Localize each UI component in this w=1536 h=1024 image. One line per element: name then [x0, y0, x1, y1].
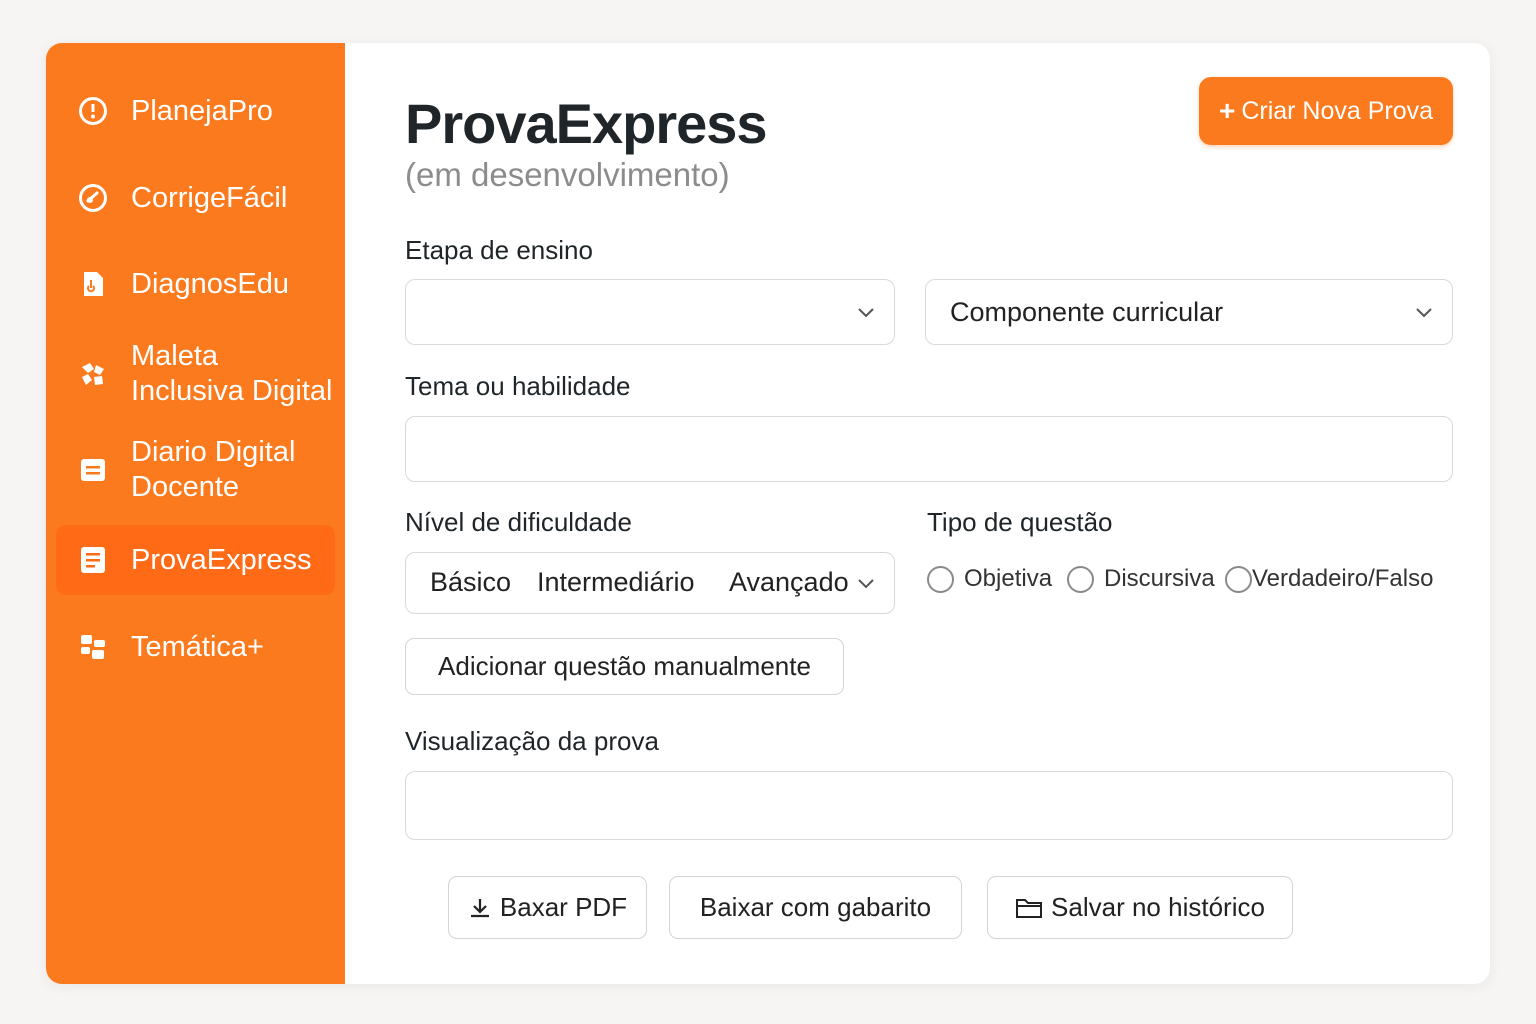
difficulty-select[interactable]: Básico Intermediário Avançado — [405, 552, 895, 614]
sidebar-item-planejapro[interactable]: PlanejaPro — [56, 91, 335, 131]
difficulty-label: Nível de dificuldade — [405, 507, 632, 537]
sidebar-item-label: CorrigeFácil — [131, 181, 288, 214]
radio-circle[interactable] — [927, 565, 954, 593]
download-with-answer-key-label: Baixar com gabarito — [699, 892, 932, 922]
notebook-icon — [78, 455, 108, 485]
topic-label: Tema ou habilidade — [405, 371, 631, 401]
gauge-icon — [78, 183, 108, 213]
question-type-label: Tipo de questão — [927, 507, 1113, 537]
save-to-history-button[interactable]: Salvar no histórico — [987, 876, 1293, 939]
curricular-component-value: Componente curricular — [950, 296, 1224, 327]
save-to-history-label: Salvar no histórico — [1051, 892, 1265, 922]
sidebar-item-label-line-1: Maleta — [131, 340, 219, 372]
download-icon — [468, 896, 492, 920]
stage-label: Etapa de ensino — [405, 235, 593, 265]
plus-icon: + — [1218, 95, 1236, 126]
sidebar-item-label-line-2: Inclusiva Digital — [131, 375, 333, 407]
radio-discursiva[interactable]: Discursiva — [1067, 565, 1215, 593]
sidebar-item-label: ProvaExpress — [131, 543, 312, 576]
radio-label: Objetiva — [964, 565, 1053, 592]
curricular-component-select[interactable]: Componente curricular — [925, 279, 1453, 345]
sidebar-item-label-line-1: Diario Digital — [131, 436, 296, 468]
chevron-down-icon — [858, 579, 874, 589]
page-subtitle: (em desenvolvimento) — [405, 156, 730, 193]
info-icon — [78, 96, 108, 126]
sidebar-item-label: Temática+ — [131, 630, 264, 663]
radio-label: Verdadeiro/Falso — [1252, 565, 1434, 592]
sidebar: PlanejaPro CorrigeFácil DiagnosEdu Malet… — [46, 43, 345, 984]
difficulty-option-basico[interactable]: Básico — [430, 567, 511, 598]
create-new-test-button[interactable]: + Criar Nova Prova — [1199, 77, 1453, 145]
sidebar-item-diario-digital-docente[interactable]: Diario Digital Docente — [56, 433, 335, 507]
chevron-down-icon — [858, 308, 874, 318]
add-question-manually-label: Adicionar questão manualmente — [438, 651, 811, 681]
stage-select[interactable] — [405, 279, 895, 345]
sidebar-item-label: DiagnosEdu — [131, 267, 289, 300]
radio-circle[interactable] — [1067, 565, 1094, 593]
list-document-icon — [78, 545, 108, 575]
topic-input[interactable] — [405, 416, 1453, 482]
app-window: PlanejaPro CorrigeFácil DiagnosEdu Malet… — [46, 43, 1490, 984]
radio-label: Discursiva — [1104, 565, 1215, 592]
preview-label: Visualização da prova — [405, 726, 659, 756]
download-pdf-button[interactable]: Baxar PDF — [448, 876, 647, 939]
radio-objetiva[interactable]: Objetiva — [927, 565, 1052, 593]
difficulty-option-avancado[interactable]: Avançado — [729, 567, 849, 598]
download-pdf-label: Baxar PDF — [499, 892, 628, 922]
document-icon — [78, 269, 108, 299]
main-content: ProvaExpress (em desenvolvimento) + Cria… — [345, 43, 1490, 984]
chevron-down-icon — [1416, 308, 1432, 318]
sidebar-item-diagnosedu[interactable]: DiagnosEdu — [56, 264, 335, 304]
puzzle-icon — [78, 359, 108, 389]
add-question-manually-button[interactable]: Adicionar questão manualmente — [405, 638, 844, 695]
radio-verdadeiro-falso[interactable]: Verdadeiro/Falso — [1225, 565, 1433, 593]
difficulty-option-intermediario[interactable]: Intermediário — [537, 567, 695, 598]
sidebar-item-label: PlanejaPro — [131, 94, 273, 127]
folder-icon — [1015, 896, 1043, 920]
test-preview-area[interactable] — [405, 771, 1453, 840]
sidebar-item-provaexpress[interactable]: ProvaExpress — [56, 525, 335, 595]
sidebar-item-maleta-inclusiva-digital[interactable]: Maleta Inclusiva Digital — [56, 337, 335, 411]
radio-circle[interactable] — [1225, 565, 1252, 593]
sidebar-item-label-line-2: Docente — [131, 471, 240, 503]
sidebar-item-tematica[interactable]: Temática+ — [56, 627, 335, 667]
shapes-icon — [78, 632, 108, 662]
download-with-answer-key-button[interactable]: Baixar com gabarito — [669, 876, 962, 939]
page-title: ProvaExpress — [405, 92, 768, 155]
create-new-test-label: Criar Nova Prova — [1241, 96, 1434, 125]
sidebar-item-corrigefacil[interactable]: CorrigeFácil — [56, 178, 335, 218]
